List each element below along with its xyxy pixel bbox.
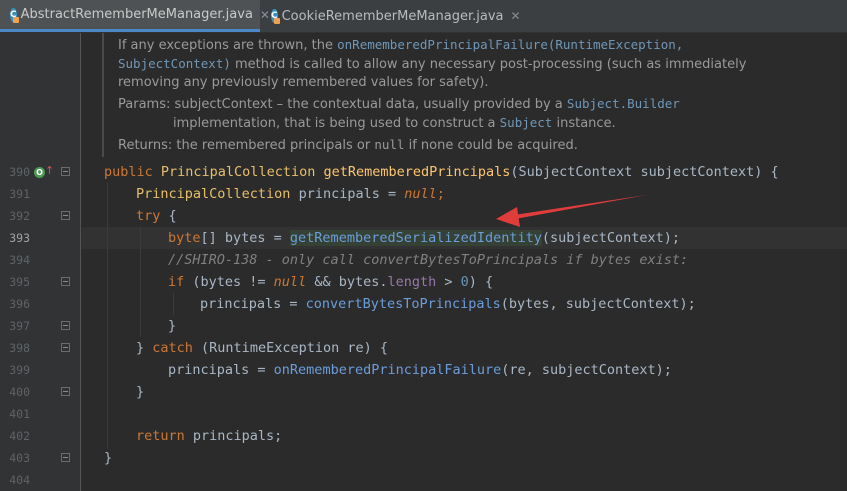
annotation-arrow [496, 195, 646, 227]
arrow-shaft [514, 195, 646, 219]
arrow-head [496, 207, 520, 227]
